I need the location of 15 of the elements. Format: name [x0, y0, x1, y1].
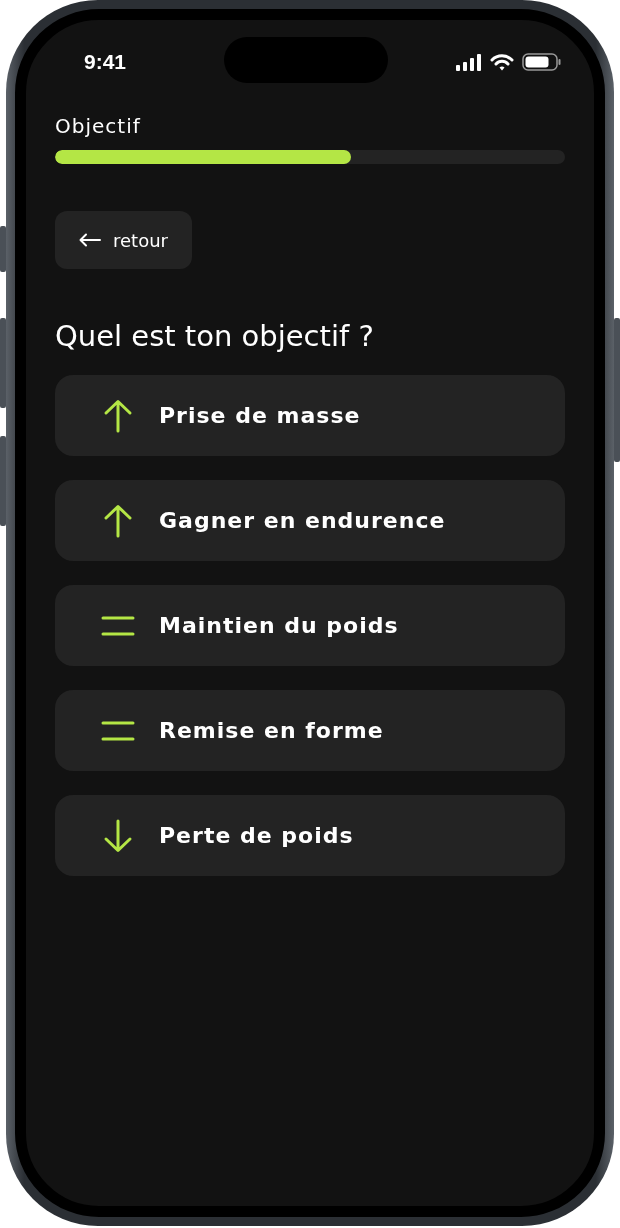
option-button[interactable]: Maintien du poids	[55, 585, 565, 666]
back-button[interactable]: retour	[55, 211, 192, 269]
equals-icon	[101, 614, 135, 637]
status-time: 9:41	[84, 50, 127, 74]
wifi-icon	[490, 53, 514, 71]
left-arrow-icon	[79, 233, 101, 247]
signal-icon	[456, 53, 482, 71]
battery-icon	[522, 53, 562, 71]
progress-label: Objectif	[55, 114, 142, 138]
option-button[interactable]: Perte de poids	[55, 795, 565, 876]
option-button[interactable]: Remise en forme	[55, 690, 565, 771]
equals-icon	[101, 719, 135, 742]
option-button[interactable]: Prise de masse	[55, 375, 565, 456]
option-button[interactable]: Gagner en endurence	[55, 480, 565, 561]
question-heading: Quel est ton objectif ?	[55, 319, 375, 353]
